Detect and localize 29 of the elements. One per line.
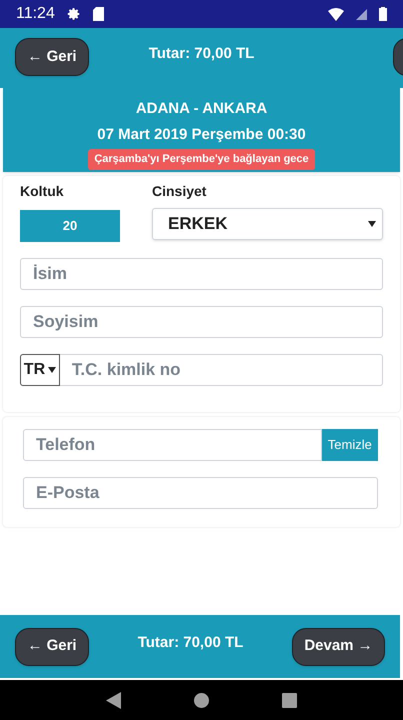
country-select[interactable]: TR (20, 354, 60, 386)
back-icon[interactable] (106, 692, 122, 708)
gender-select[interactable]: ERKEK (152, 208, 383, 240)
phone-field[interactable]: Telefon (23, 429, 322, 461)
night-notice: Çarşamba'yı Perşembe'ye bağlayan gece (88, 149, 315, 170)
caret-icon (368, 221, 376, 227)
name-field[interactable]: İsim (20, 258, 383, 290)
total-amount: Tutar: 70,00 TL (148, 44, 256, 64)
gear-icon (66, 7, 81, 21)
total-amount: Tutar: 70,00 TL (138, 633, 244, 654)
home-icon[interactable] (194, 692, 209, 708)
caret-icon (48, 367, 56, 373)
recents-icon[interactable] (282, 692, 297, 708)
signal-icon (356, 8, 367, 20)
back-button[interactable]: ← Geri (15, 38, 89, 76)
route: ADANA - ANKARA (136, 99, 268, 119)
battery-icon (379, 7, 387, 21)
sd-card-icon (92, 7, 104, 21)
id-number-field[interactable]: T.C. kimlik no (60, 354, 383, 386)
wifi-icon (328, 8, 344, 20)
seat-label: Koltuk (20, 182, 65, 201)
continue-button[interactable]: Devam → (292, 628, 385, 666)
trip-datetime: 07 Mart 2019 Perşembe 00:30 (97, 124, 306, 144)
back-button[interactable]: ← Geri (15, 628, 89, 666)
surname-field[interactable]: Soyisim (20, 306, 383, 338)
seat-number: 20 (20, 210, 120, 242)
gender-label: Cinsiyet (152, 182, 208, 201)
email-field[interactable]: E-Posta (23, 477, 378, 509)
status-time: 11:24 (16, 4, 55, 24)
